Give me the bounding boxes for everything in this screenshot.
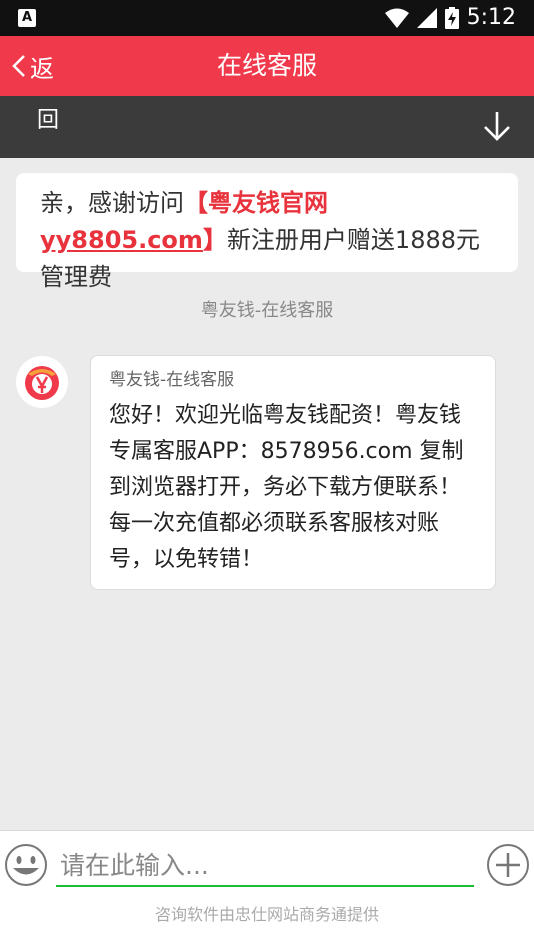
return-label[interactable]: 回 (37, 102, 59, 134)
emoji-icon[interactable] (4, 843, 48, 887)
status-bar: A 5:12 (0, 0, 534, 36)
welcome-notice: 亲，感谢访问【粤友钱官网 yy8805.com】新注册用户赠送1888元管理费 (16, 173, 518, 291)
notification-icon: A (18, 9, 36, 27)
chat-message-bubble: 粤友钱-在线客服 您好！欢迎光临粤友钱配资！粤友钱专属客服APP：8578956… (90, 355, 496, 590)
page-title: 在线客服 (216, 51, 317, 80)
brand-logo-icon (25, 366, 59, 400)
sub-toolbar: 回 (0, 96, 534, 158)
message-input[interactable] (56, 845, 474, 887)
back-label: 返 (30, 54, 54, 83)
battery-charging-icon (444, 7, 459, 29)
status-icons: 5:12 (384, 5, 516, 30)
back-button[interactable]: 返 (12, 36, 54, 96)
system-sender-name: 粤友钱-在线客服 (200, 300, 334, 321)
signal-icon (416, 8, 437, 28)
plus-icon[interactable] (486, 843, 530, 887)
wifi-icon (384, 8, 409, 28)
clock: 5:12 (466, 5, 516, 30)
message-sender: 粤友钱-在线客服 (109, 370, 235, 390)
message-text: 您好！欢迎光临粤友钱配资！粤友钱专属客服APP：8578956.com 复制到浏… (109, 403, 464, 572)
powered-by-footer: 咨询软件由忠仕网站商务通提供 (154, 905, 379, 924)
site-url-link[interactable]: yy8805.com (40, 226, 203, 254)
chevron-left-icon (12, 55, 25, 77)
input-bar: 咨询软件由忠仕网站商务通提供 (0, 830, 534, 950)
avatar (16, 356, 68, 408)
title-bar: 返 在线客服 (0, 36, 534, 96)
arrow-down-icon[interactable] (482, 110, 512, 142)
